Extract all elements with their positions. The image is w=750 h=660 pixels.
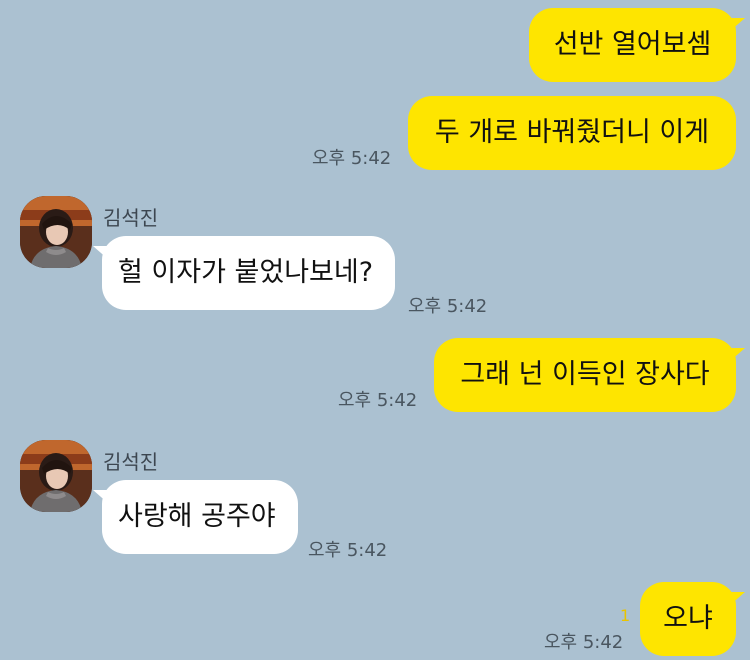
message-timestamp: 오후 5:42 bbox=[408, 296, 488, 317]
my-message-bubble[interactable]: 두 개로 바꿔줬더니 이게 bbox=[408, 96, 736, 170]
message-timestamp: 오후 5:42 bbox=[312, 148, 392, 169]
sender-name: 김석진 bbox=[103, 450, 159, 474]
contact-avatar[interactable] bbox=[20, 440, 92, 512]
chat-message-list[interactable]: 선반 열어보셈 두 개로 바꿔줬더니 이게 오후 5:42 김석진 헐 이자가 … bbox=[0, 0, 750, 660]
profile-photo-icon bbox=[20, 196, 92, 268]
message-timestamp: 오후 5:42 bbox=[338, 390, 418, 411]
contact-message-bubble[interactable]: 사랑해 공주야 bbox=[93, 480, 298, 554]
my-message-bubble[interactable]: 오냐 bbox=[640, 582, 745, 656]
contact-message-bubble[interactable]: 헐 이자가 붙었나보네? bbox=[93, 236, 395, 310]
unread-count: 1 bbox=[620, 606, 631, 625]
sender-name: 김석진 bbox=[103, 206, 159, 230]
message-timestamp: 오후 5:42 bbox=[308, 540, 388, 561]
message-timestamp: 오후 5:42 bbox=[544, 632, 624, 653]
my-message-bubble[interactable]: 선반 열어보셈 bbox=[529, 8, 745, 82]
my-message-bubble[interactable]: 그래 넌 이득인 장사다 bbox=[434, 338, 745, 412]
profile-photo-icon bbox=[20, 440, 92, 512]
contact-avatar[interactable] bbox=[20, 196, 92, 268]
